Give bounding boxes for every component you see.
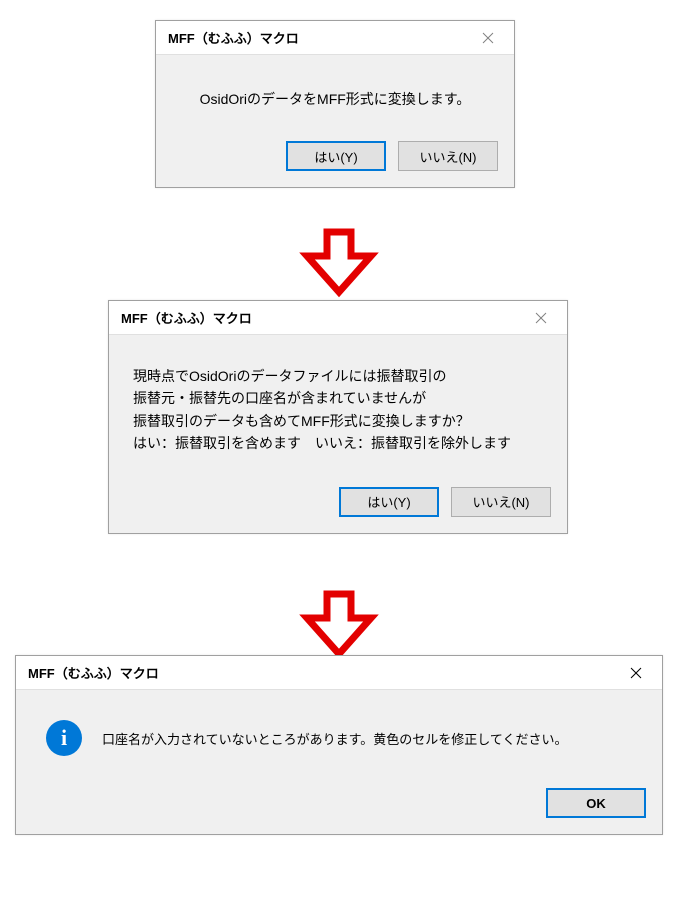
dialog-message: 現時点でOsidOriのデータファイルには振替取引の 振替元・振替先の口座名が含… [109, 335, 567, 475]
titlebar: MFF（むふふ）マクロ [16, 656, 662, 690]
arrow-down-icon [299, 590, 379, 660]
dialog-convert-confirm: MFF（むふふ）マクロ OsidOriのデータをMFF形式に変換します。 はい(… [155, 20, 515, 188]
info-icon: i [46, 720, 82, 756]
dialog-info-warning: MFF（むふふ）マクロ i 口座名が入力されていないところがあります。黄色のセル… [15, 655, 663, 835]
ok-button[interactable]: OK [546, 788, 646, 818]
no-button[interactable]: いいえ(N) [451, 487, 551, 517]
close-icon[interactable] [622, 661, 650, 685]
dialog-transfer-confirm: MFF（むふふ）マクロ 現時点でOsidOriのデータファイルには振替取引の 振… [108, 300, 568, 534]
close-icon[interactable] [527, 306, 555, 330]
dialog-content: i 口座名が入力されていないところがあります。黄色のセルを修正してください。 [16, 690, 662, 776]
no-button[interactable]: いいえ(N) [398, 141, 498, 171]
yes-button[interactable]: はい(Y) [339, 487, 439, 517]
dialog-title: MFF（むふふ）マクロ [121, 308, 252, 327]
dialog-message: OsidOriのデータをMFF形式に変換します。 [156, 55, 514, 129]
yes-button[interactable]: はい(Y) [286, 141, 386, 171]
dialog-title: MFF（むふふ）マクロ [28, 663, 159, 682]
button-row: はい(Y) いいえ(N) [156, 129, 514, 187]
button-row: はい(Y) いいえ(N) [109, 475, 567, 533]
titlebar: MFF（むふふ）マクロ [109, 301, 567, 335]
button-row: OK [16, 776, 662, 834]
close-icon[interactable] [474, 26, 502, 50]
titlebar: MFF（むふふ）マクロ [156, 21, 514, 55]
dialog-title: MFF（むふふ）マクロ [168, 28, 299, 47]
arrow-down-icon [299, 228, 379, 298]
dialog-message: 口座名が入力されていないところがあります。黄色のセルを修正してください。 [102, 729, 568, 748]
